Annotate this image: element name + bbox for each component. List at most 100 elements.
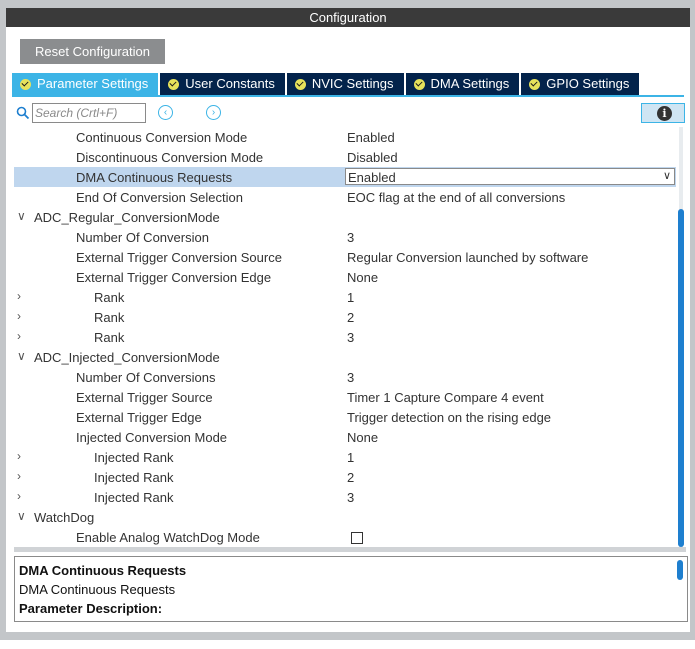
- group-row[interactable]: ∨ WatchDog: [14, 507, 676, 527]
- param-label: Injected Rank: [94, 490, 174, 505]
- param-row[interactable]: End Of Conversion Selection EOC flag at t…: [14, 187, 676, 207]
- param-value: None: [347, 270, 379, 285]
- rank-row[interactable]: › Rank 1: [14, 287, 676, 307]
- param-label: External Trigger Source: [76, 390, 213, 405]
- configuration-panel: Reset Configuration Parameter Settings U…: [6, 27, 690, 632]
- tab-gpio-settings[interactable]: GPIO Settings: [521, 73, 640, 95]
- check-icon: [294, 78, 306, 90]
- param-row[interactable]: Enable Analog WatchDog Mode: [14, 527, 676, 547]
- chevron-right-icon[interactable]: ›: [17, 309, 29, 323]
- param-label: Rank: [94, 330, 125, 345]
- description-panel: DMA Continuous Requests DMA Continuous R…: [14, 556, 688, 622]
- group-row[interactable]: ∨ ADC_Regular_ConversionMode: [14, 207, 676, 227]
- settings-tabs: Parameter Settings User Constants NVIC S…: [12, 73, 641, 95]
- param-value: 2: [347, 470, 355, 485]
- analog-watchdog-checkbox[interactable]: [351, 532, 363, 544]
- check-icon: [413, 78, 425, 90]
- param-value: Disabled: [347, 150, 398, 165]
- param-value: 3: [347, 330, 355, 345]
- param-row-selected[interactable]: DMA Continuous Requests Enabled ∨: [14, 167, 676, 187]
- param-label: Rank: [94, 290, 125, 305]
- tab-dma-settings[interactable]: DMA Settings: [405, 73, 520, 95]
- dma-continuous-requests-select[interactable]: Enabled ∨: [345, 168, 675, 185]
- rank-row[interactable]: › Rank 3: [14, 327, 676, 347]
- param-value: Trigger detection on the rising edge: [347, 410, 552, 425]
- param-row[interactable]: External Trigger Source Timer 1 Capture C…: [14, 387, 676, 407]
- param-row[interactable]: Number Of Conversion 3: [14, 227, 676, 247]
- check-icon: [20, 78, 31, 90]
- search-icon[interactable]: [16, 106, 30, 120]
- param-label: Rank: [94, 310, 125, 325]
- tab-label: User Constants: [185, 76, 275, 91]
- param-row[interactable]: Continuous Conversion Mode Enabled: [14, 127, 676, 147]
- info-button[interactable]: i: [641, 103, 685, 123]
- param-label: Continuous Conversion Mode: [76, 130, 248, 145]
- search-bar: ‹ › i: [14, 103, 685, 125]
- param-row[interactable]: Injected Conversion Mode None: [14, 427, 676, 447]
- param-label: Number Of Conversions: [76, 370, 216, 385]
- reset-configuration-button[interactable]: Reset Configuration: [20, 39, 165, 64]
- tab-label: GPIO Settings: [546, 76, 630, 91]
- param-label: Injected Conversion Mode: [76, 430, 228, 445]
- chevron-right-icon[interactable]: ›: [17, 489, 29, 503]
- chevron-right-icon[interactable]: ›: [17, 289, 29, 303]
- chevron-down-icon[interactable]: ∨: [17, 349, 29, 363]
- group-label: ADC_Injected_ConversionMode: [34, 350, 220, 365]
- chevron-down-icon[interactable]: ∨: [17, 209, 29, 223]
- group-label: ADC_Regular_ConversionMode: [34, 210, 220, 225]
- tab-user-constants[interactable]: User Constants: [160, 73, 285, 95]
- param-row[interactable]: Discontinuous Conversion Mode Disabled: [14, 147, 676, 167]
- info-icon: i: [657, 106, 672, 121]
- param-row[interactable]: External Trigger Edge Trigger detection o…: [14, 407, 676, 427]
- param-value: 3: [347, 370, 355, 385]
- param-value: 1: [347, 290, 355, 305]
- tab-label: NVIC Settings: [311, 76, 394, 91]
- next-match-icon[interactable]: ›: [206, 105, 221, 120]
- tab-nvic-settings[interactable]: NVIC Settings: [286, 73, 404, 95]
- param-label: External Trigger Edge: [76, 410, 202, 425]
- description-name: DMA Continuous Requests: [19, 582, 176, 597]
- configuration-window: Configuration Reset Configuration Parame…: [0, 0, 695, 640]
- tab-underline: [12, 95, 684, 97]
- check-icon: [529, 78, 541, 90]
- group-row[interactable]: ∨ ADC_Injected_ConversionMode: [14, 347, 676, 367]
- previous-match-icon[interactable]: ‹: [158, 105, 173, 120]
- rank-row[interactable]: › Injected Rank 3: [14, 487, 676, 507]
- param-value: 1: [347, 450, 355, 465]
- group-label: WatchDog: [34, 510, 95, 525]
- param-row[interactable]: Number Of Conversions 3: [14, 367, 676, 387]
- rank-row[interactable]: › Injected Rank 1: [14, 447, 676, 467]
- scrollbar-thumb[interactable]: [678, 209, 684, 547]
- param-row[interactable]: External Trigger Conversion Source Regula…: [14, 247, 676, 267]
- param-value: Regular Conversion launched by software: [347, 250, 589, 265]
- description-heading: Parameter Description:: [19, 601, 163, 616]
- param-value: EOC flag at the end of all conversions: [347, 190, 566, 205]
- param-label: External Trigger Conversion Source: [76, 250, 282, 265]
- rank-row[interactable]: › Rank 2: [14, 307, 676, 327]
- check-icon: [168, 78, 180, 90]
- description-title: DMA Continuous Requests: [19, 563, 187, 578]
- param-row[interactable]: External Trigger Conversion Edge None: [14, 267, 676, 287]
- tab-parameter-settings[interactable]: Parameter Settings: [12, 73, 159, 95]
- chevron-down-icon[interactable]: ∨: [17, 509, 29, 523]
- search-input[interactable]: [32, 103, 146, 123]
- description-scrollbar[interactable]: [677, 560, 683, 580]
- param-value: 2: [347, 310, 355, 325]
- chevron-right-icon[interactable]: ›: [17, 329, 29, 343]
- chevron-right-icon[interactable]: ›: [17, 449, 29, 463]
- tree-scrollbar[interactable]: [676, 127, 686, 547]
- param-label: DMA Continuous Requests: [76, 170, 233, 185]
- parameter-tree: Continuous Conversion Mode Enabled Discon…: [14, 127, 676, 547]
- param-label: Injected Rank: [94, 470, 174, 485]
- chevron-right-icon[interactable]: ›: [17, 469, 29, 483]
- rank-row[interactable]: › Injected Rank 2: [14, 467, 676, 487]
- param-label: Discontinuous Conversion Mode: [76, 150, 264, 165]
- splitter[interactable]: [14, 547, 686, 552]
- window-title: Configuration: [6, 8, 690, 27]
- chevron-down-icon: ∨: [662, 170, 671, 182]
- param-value: 3: [347, 490, 355, 505]
- param-label: Enable Analog WatchDog Mode: [76, 530, 260, 545]
- param-value: None: [347, 430, 379, 445]
- param-label: End Of Conversion Selection: [76, 190, 243, 205]
- param-label: External Trigger Conversion Edge: [76, 270, 272, 285]
